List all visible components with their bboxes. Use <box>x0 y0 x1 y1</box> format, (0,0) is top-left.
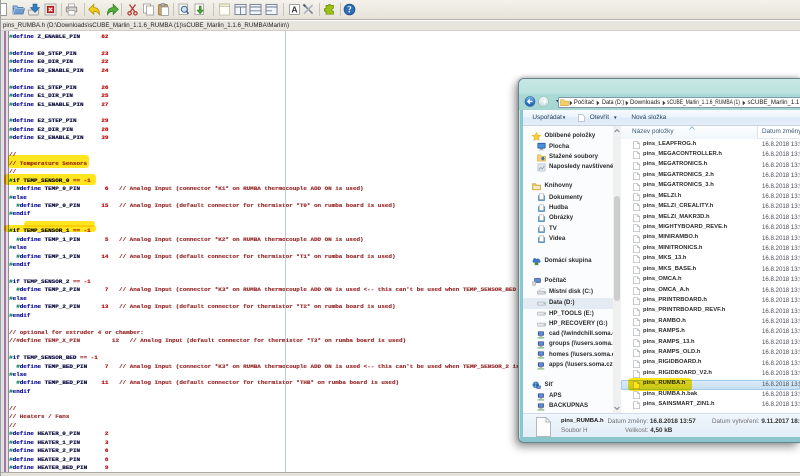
svg-text:?: ? <box>347 5 352 15</box>
svg-text:A: A <box>291 5 297 15</box>
